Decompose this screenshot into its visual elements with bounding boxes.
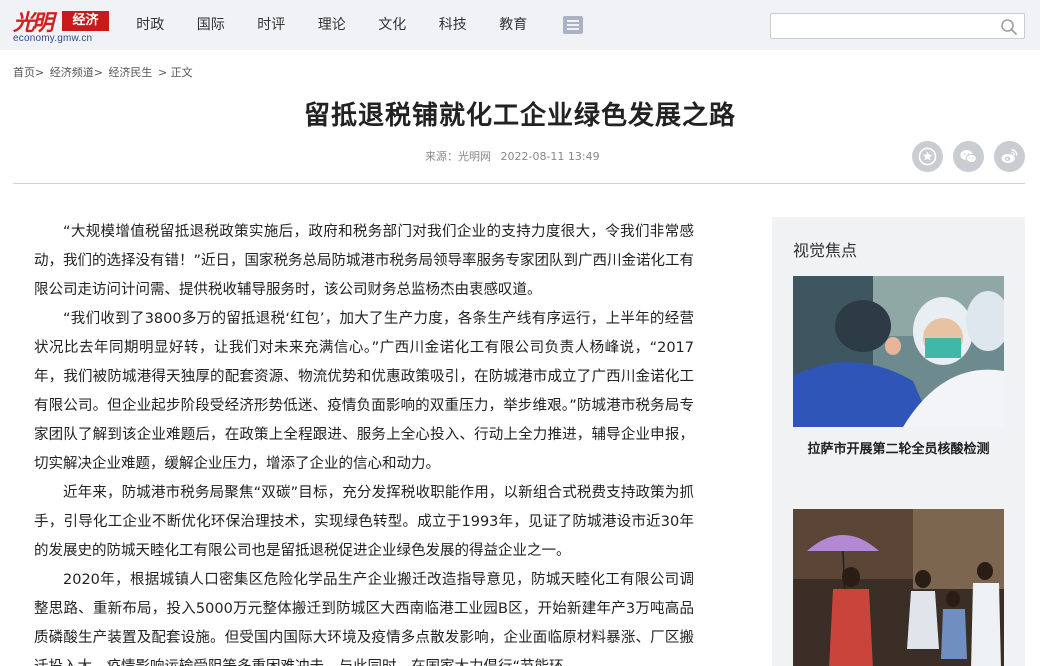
search-box: [770, 13, 1025, 39]
nucleic-test-photo: [793, 276, 1004, 427]
nav-item-commentary[interactable]: 时评: [241, 0, 302, 50]
site-logo[interactable]: 光明 经济 economy.gmw.cn: [13, 5, 109, 45]
title-divider: [13, 183, 1025, 184]
article-paragraph: 近年来，防城港市税务局聚焦“双碳”目标，充分发挥税收职能作用，以新组合式税费支持…: [34, 485, 694, 559]
breadcrumb-economy-livelihood[interactable]: 经济民生: [108, 66, 152, 79]
breadcrumb-current: > 正文: [157, 66, 193, 79]
nav-item-politics[interactable]: 时政: [120, 0, 181, 50]
favorite-button[interactable]: [912, 141, 943, 172]
nav-item-education[interactable]: 教育: [483, 0, 544, 50]
search-icon[interactable]: [1000, 18, 1018, 36]
breadcrumb-economy-channel[interactable]: 经济频道>: [50, 66, 103, 79]
nav-item-international[interactable]: 国际: [181, 0, 242, 50]
article-paragraph: 2020年，根据城镇人口密集区危险化学品生产企业搬迁改造指导意见，防城天睦化工有…: [34, 572, 694, 666]
article-source: 来源：光明网: [425, 150, 491, 163]
sidebar-caption[interactable]: 拉萨市开展第二轮全员核酸检测: [772, 438, 1025, 457]
article-title: 留抵退税铺就化工企业绿色发展之路: [303, 101, 736, 131]
sidebar-image-nucleic-test[interactable]: [793, 276, 1004, 427]
search-input[interactable]: [777, 16, 997, 36]
top-header: 光明 经济 economy.gmw.cn 时政 国际 时评 理论 文化 科技 教…: [0, 0, 1040, 50]
menu-icon[interactable]: [563, 16, 583, 34]
nav-item-theory[interactable]: 理论: [302, 0, 363, 50]
weibo-icon: [1001, 149, 1018, 163]
main-nav: 时政 国际 时评 理论 文化 科技 教育: [120, 0, 544, 50]
wechat-icon: [960, 150, 977, 163]
article-body: “大规模增值税留抵退税政策实施后，政府和税务部门对我们企业的支持力度很大，令我们…: [34, 218, 694, 666]
logo-domain: economy.gmw.cn: [13, 33, 93, 44]
sidebar-title: 视觉焦点: [793, 241, 858, 260]
street-scene-photo: [793, 509, 1004, 666]
wechat-share-button[interactable]: [953, 141, 984, 172]
breadcrumb: 首页> 经济频道> 经济民生 > 正文: [13, 64, 195, 80]
article-paragraph: “大规模增值税留抵退税政策实施后，政府和税务部门对我们企业的支持力度很大，令我们…: [34, 224, 695, 298]
article-paragraph: “我们收到了3800多万的留抵退税‘红包’，加大了生产力度，各条生产线有序运行，…: [34, 311, 694, 472]
article-date: 2022-08-11 13:49: [500, 150, 600, 163]
sidebar-image-street[interactable]: [793, 509, 1004, 666]
article-meta: 来源：光明网 2022-08-11 13:49: [425, 148, 606, 164]
breadcrumb-home[interactable]: 首页>: [13, 66, 44, 79]
nav-item-culture[interactable]: 文化: [362, 0, 423, 50]
weibo-share-button[interactable]: [994, 141, 1025, 172]
logo-badge: 经济: [62, 11, 109, 31]
favorite-star-icon: [918, 147, 937, 166]
visual-focus-sidebar: 视觉焦点 拉萨市开展第二轮全员核酸检测: [772, 217, 1025, 666]
nav-item-technology[interactable]: 科技: [423, 0, 484, 50]
